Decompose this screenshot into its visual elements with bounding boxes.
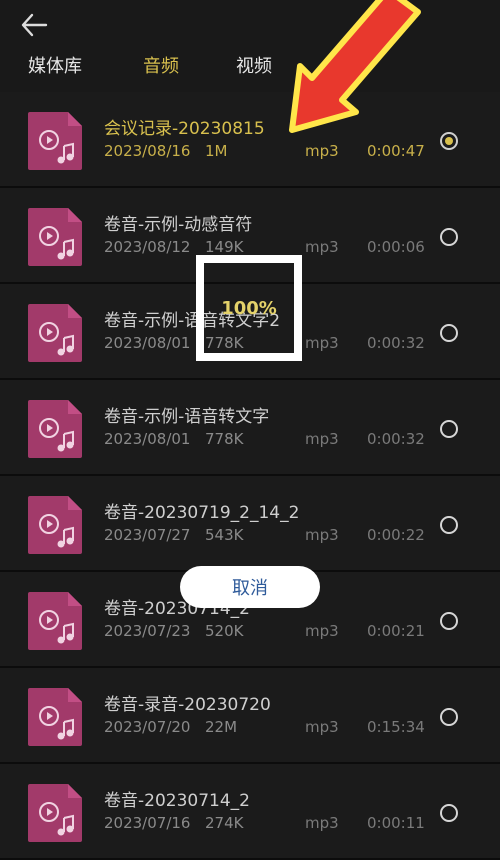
- audio-file-icon: [28, 688, 82, 746]
- progress-indicator: 100%: [196, 255, 302, 361]
- item-duration: 0:00:32: [367, 430, 425, 448]
- item-format: mp3: [305, 718, 339, 736]
- item-format: mp3: [305, 814, 339, 832]
- item-duration: 0:15:34: [367, 718, 425, 736]
- annotation-arrow-icon: [289, 0, 421, 133]
- select-radio[interactable]: [440, 612, 458, 630]
- audio-file-icon: [28, 112, 82, 170]
- item-format: mp3: [305, 238, 339, 256]
- item-title: 卷音-示例-语音转文字: [104, 407, 270, 427]
- select-radio[interactable]: [440, 516, 458, 534]
- item-duration: 0:00:22: [367, 526, 425, 544]
- item-title: 卷音-示例-动感音符: [104, 215, 253, 235]
- item-size: 543K: [205, 526, 244, 544]
- item-duration: 0:00:21: [367, 622, 425, 640]
- audio-file-icon: [28, 400, 82, 458]
- item-date: 2023/07/20: [104, 718, 191, 736]
- item-size: 22M: [205, 718, 238, 736]
- item-size: 149K: [205, 238, 244, 256]
- select-radio[interactable]: [440, 228, 458, 246]
- audio-file-icon: [28, 592, 82, 650]
- select-radio[interactable]: [440, 420, 458, 438]
- item-duration: 0:00:06: [367, 238, 425, 256]
- list-item[interactable]: 卷音-20230714_2 2023/07/16 274K mp3 0:00:1…: [0, 764, 500, 860]
- tab-video[interactable]: 视频: [236, 52, 272, 78]
- item-date: 2023/08/01: [104, 430, 191, 448]
- list-item[interactable]: 卷音-20230719_2_14_2 2023/07/27 543K mp3 0…: [0, 476, 500, 572]
- select-radio[interactable]: [440, 324, 458, 342]
- back-arrow-icon[interactable]: [18, 8, 52, 42]
- item-title: 卷音-20230714_2: [104, 791, 250, 811]
- item-size: 778K: [205, 430, 244, 448]
- item-size: 520K: [205, 622, 244, 640]
- item-title: 卷音-录音-20230720: [104, 695, 271, 715]
- item-format: mp3: [305, 622, 339, 640]
- list-item[interactable]: 卷音-示例-语音转文字 2023/08/01 778K mp3 0:00:32: [0, 380, 500, 476]
- cancel-button[interactable]: 取消: [180, 566, 320, 608]
- audio-file-icon: [28, 784, 82, 842]
- item-format: mp3: [305, 526, 339, 544]
- item-duration: 0:00:32: [367, 334, 425, 352]
- item-date: 2023/07/23: [104, 622, 191, 640]
- item-duration: 0:00:11: [367, 814, 425, 832]
- item-date: 2023/08/01: [104, 334, 191, 352]
- progress-text: 100%: [221, 297, 277, 319]
- item-title: 卷音-20230719_2_14_2: [104, 503, 300, 523]
- audio-list: 会议记录-20230815 2023/08/16 1M mp3 0:00:47 …: [0, 92, 500, 860]
- item-date: 2023/08/16: [104, 142, 191, 160]
- item-date: 2023/07/16: [104, 814, 191, 832]
- list-item[interactable]: 卷音-录音-20230720 2023/07/20 22M mp3 0:15:3…: [0, 668, 500, 764]
- item-title: 会议记录-20230815: [104, 119, 265, 139]
- tab-audio[interactable]: 音频: [143, 52, 179, 78]
- select-radio[interactable]: [440, 804, 458, 822]
- item-date: 2023/07/27: [104, 526, 191, 544]
- audio-file-icon: [28, 304, 82, 362]
- tab-media-library[interactable]: 媒体库: [28, 52, 82, 78]
- item-format: mp3: [305, 430, 339, 448]
- item-size: 274K: [205, 814, 244, 832]
- select-radio[interactable]: [440, 708, 458, 726]
- audio-file-icon: [28, 496, 82, 554]
- item-size: 1M: [205, 142, 228, 160]
- item-date: 2023/08/12: [104, 238, 191, 256]
- item-format: mp3: [305, 334, 339, 352]
- audio-file-icon: [28, 208, 82, 266]
